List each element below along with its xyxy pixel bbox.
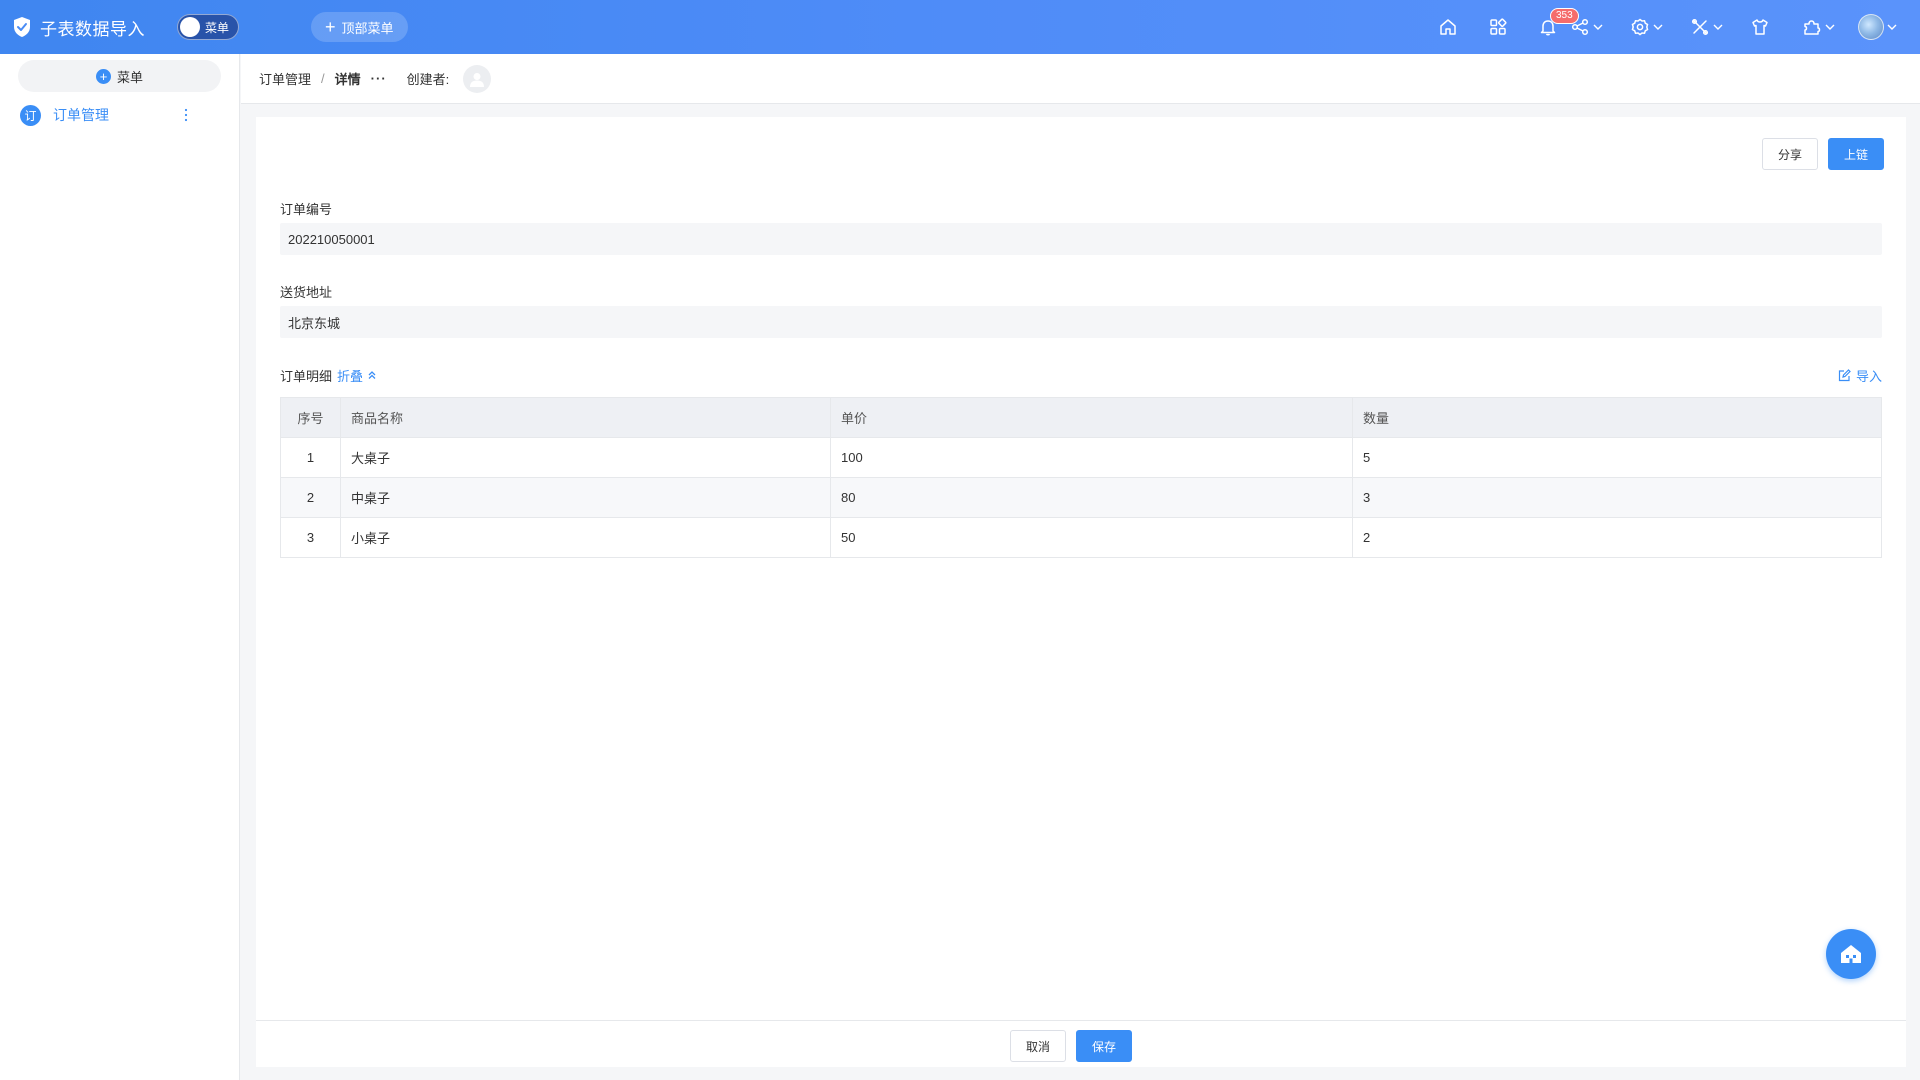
puzzle-icon <box>1804 20 1821 35</box>
floating-home-icon <box>1841 945 1861 963</box>
edit-icon <box>1838 368 1851 381</box>
add-menu-label: 菜单 <box>116 69 143 85</box>
row-index: 1 <box>280 437 341 478</box>
chevron-down-icon <box>1825 24 1835 30</box>
shirt-icon <box>1752 19 1768 35</box>
user-icon <box>470 72 485 87</box>
column-header-unit-price: 单价 <box>830 397 1353 438</box>
apps-icon <box>1490 18 1507 35</box>
unit-price-cell[interactable]: 50 <box>830 517 1353 558</box>
table-row[interactable]: 3 小桌子 50 2 <box>280 517 1882 558</box>
share-menu[interactable] <box>1570 17 1604 37</box>
row-index: 2 <box>280 477 341 518</box>
details-title: 订单明细 <box>280 368 333 384</box>
chevron-down-icon <box>1713 24 1723 30</box>
save-button[interactable]: 保存 <box>1076 1030 1132 1062</box>
sidebar-item-label: 订单管理 <box>53 107 109 123</box>
address-field[interactable]: 北京东城 <box>280 306 1882 338</box>
shield-icon <box>14 17 30 37</box>
chevron-down-icon <box>1593 24 1603 30</box>
more-actions-button[interactable]: ··· <box>371 71 387 86</box>
form-footer: 取消 保存 <box>256 1020 1906 1067</box>
unit-price-cell[interactable]: 100 <box>830 437 1353 478</box>
order-icon: 订 <box>20 104 41 126</box>
creator-label: 创建者: <box>406 72 450 87</box>
order-details-table: 序号 商品名称 单价 数量 1 大桌子 100 5 2 中桌子 80 3 3 小… <box>280 397 1882 558</box>
publish-button[interactable]: 上链 <box>1828 138 1884 170</box>
order-no-field[interactable]: 202210050001 <box>280 223 1882 255</box>
breadcrumb: 订单管理 / 详情 ··· 创建者: <box>241 54 1920 104</box>
column-header-quantity: 数量 <box>1352 397 1882 438</box>
collapse-toggle[interactable]: 折叠 <box>337 366 378 385</box>
menu-toggle-label: 菜单 <box>205 20 230 35</box>
sidebar-item-order-management[interactable]: 订 订单管理 <box>0 102 239 128</box>
column-header-index: 序号 <box>280 397 341 438</box>
top-menu-button[interactable]: + 顶部菜单 <box>311 12 408 42</box>
share-icon <box>1571 18 1589 36</box>
floating-home-button[interactable] <box>1826 929 1876 979</box>
detail-card: 分享 上链 订单编号 202210050001 送货地址 北京东城 订单明细 折… <box>256 117 1906 1067</box>
gear-icon <box>1631 18 1649 36</box>
cancel-button[interactable]: 取消 <box>1010 1030 1066 1062</box>
creator-avatar <box>463 64 492 93</box>
quantity-cell[interactable]: 5 <box>1352 437 1882 478</box>
chevron-down-icon <box>1653 24 1663 30</box>
theme-button[interactable] <box>1750 17 1770 37</box>
toggle-knob <box>180 17 200 37</box>
share-button[interactable]: 分享 <box>1762 138 1818 170</box>
table-row[interactable]: 1 大桌子 100 5 <box>280 437 1882 478</box>
user-menu[interactable] <box>1858 14 1898 40</box>
address-label: 送货地址 <box>280 285 333 300</box>
plus-icon: + <box>325 17 336 37</box>
top-bar: 子表数据导入 菜单 + 顶部菜单 353 <box>0 0 1920 54</box>
menu-toggle[interactable]: 菜单 <box>177 14 239 40</box>
more-vertical-icon[interactable] <box>183 106 189 124</box>
chevron-down-icon <box>1887 24 1897 30</box>
collapse-label: 折叠 <box>337 368 364 384</box>
row-index: 3 <box>280 517 341 558</box>
home-icon <box>1440 19 1456 35</box>
sidebar: + 菜单 订 订单管理 <box>0 54 240 1080</box>
quantity-cell[interactable]: 3 <box>1352 477 1882 518</box>
home-button[interactable] <box>1438 17 1458 37</box>
avatar <box>1858 14 1884 40</box>
product-name-cell[interactable]: 中桌子 <box>340 477 831 518</box>
table-row[interactable]: 2 中桌子 80 3 <box>280 477 1882 518</box>
apps-button[interactable] <box>1488 17 1508 37</box>
top-bar-actions: 353 <box>1438 0 1920 54</box>
add-menu-button[interactable]: + 菜单 <box>18 60 221 92</box>
top-menu-label: 顶部菜单 <box>341 20 394 36</box>
breadcrumb-current: 详情 <box>334 72 361 87</box>
order-no-label: 订单编号 <box>280 202 333 217</box>
quantity-cell[interactable]: 2 <box>1352 517 1882 558</box>
breadcrumb-parent[interactable]: 订单管理 <box>259 69 311 88</box>
breadcrumb-separator: / <box>321 71 325 86</box>
table-header-row: 序号 商品名称 单价 数量 <box>280 397 1882 438</box>
product-name-cell[interactable]: 小桌子 <box>340 517 831 558</box>
tools-menu[interactable] <box>1690 17 1724 37</box>
plus-circle-icon: + <box>95 68 111 84</box>
brand[interactable]: 子表数据导入 <box>12 15 145 40</box>
settings-menu[interactable] <box>1630 17 1664 37</box>
plugins-menu[interactable] <box>1802 17 1836 37</box>
import-label: 导入 <box>1855 368 1882 384</box>
unit-price-cell[interactable]: 80 <box>830 477 1353 518</box>
details-section-header: 订单明细 折叠 导入 <box>280 365 1882 385</box>
import-button[interactable]: 导入 <box>1838 366 1882 385</box>
product-name-cell[interactable]: 大桌子 <box>340 437 831 478</box>
notifications-button[interactable]: 353 <box>1538 8 1579 37</box>
tools-icon <box>1691 18 1709 36</box>
column-header-product-name: 商品名称 <box>340 397 831 438</box>
app-title: 子表数据导入 <box>40 19 145 39</box>
chevron-up-icon <box>368 371 376 379</box>
